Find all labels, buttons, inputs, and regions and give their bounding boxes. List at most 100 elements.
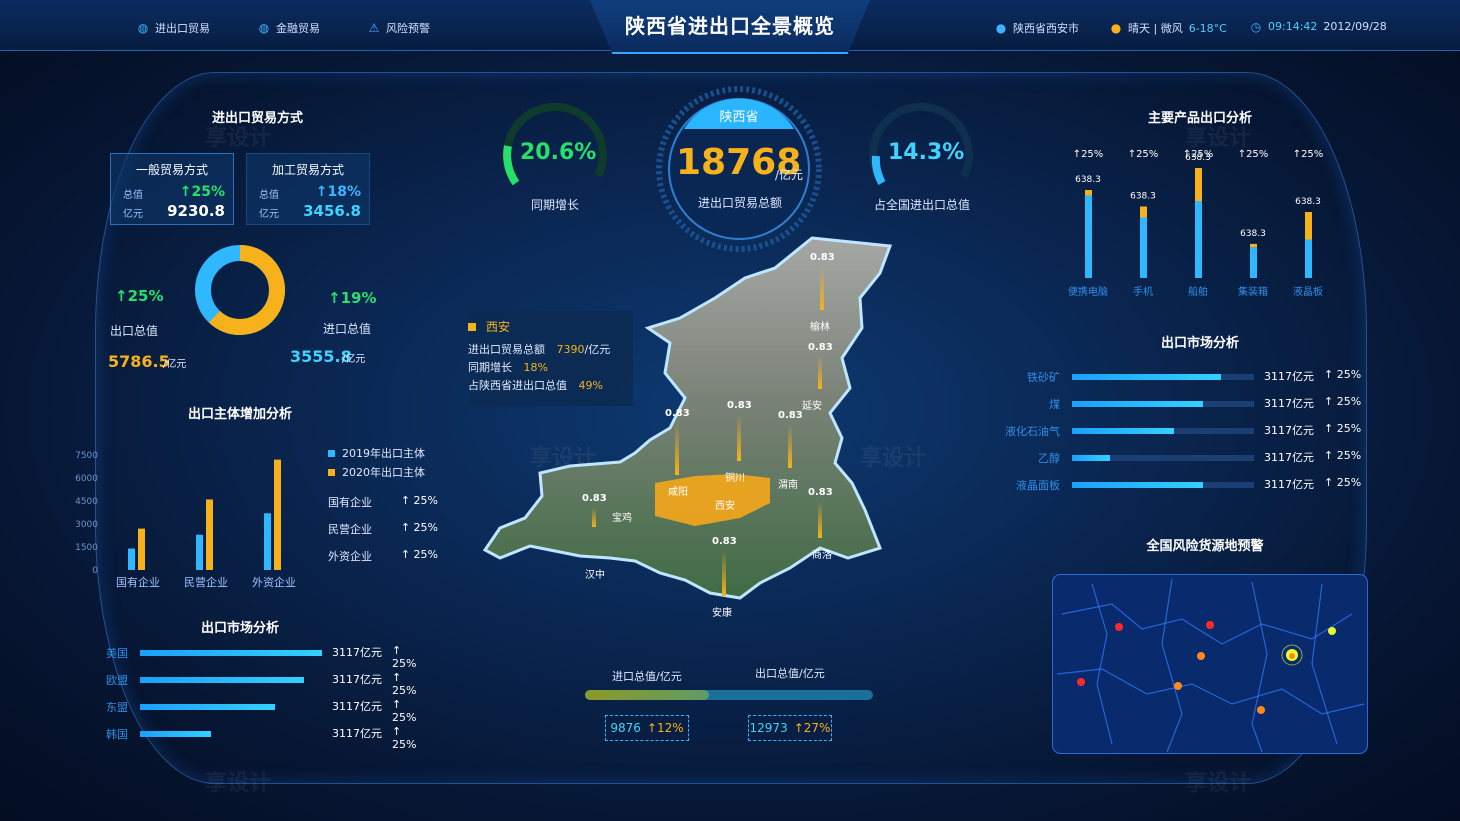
entity-bar — [138, 528, 145, 570]
market-label: 液晶面板 — [1016, 479, 1060, 492]
share-label: 占全国进出口总值 — [873, 198, 970, 212]
popup-key: 同期增长 — [468, 361, 512, 374]
market-bar-fill — [1072, 428, 1174, 434]
entity-stat-label: 外资企业 — [328, 550, 372, 563]
risk-marker[interactable] — [1077, 678, 1085, 686]
market-value: 3117亿元 — [332, 646, 382, 659]
city-label[interactable]: 延安 — [802, 397, 822, 412]
city-label[interactable]: 西安 — [715, 497, 735, 512]
time-status: ◷ 09:14:42 2012/09/28 — [1250, 20, 1387, 33]
page-title: 陕西省进出口全景概览 — [625, 14, 835, 38]
market-bar-fill — [1072, 482, 1204, 488]
product-bar-blue — [1250, 247, 1257, 278]
popup-unit: /亿元 — [584, 343, 611, 356]
globe-icon: ◍ — [258, 21, 270, 35]
risk-marker[interactable] — [1197, 652, 1205, 660]
split-bar-track — [585, 690, 873, 700]
market-pct: ↑ 25% — [392, 698, 417, 724]
import-total-pct: ↑12% — [646, 721, 684, 735]
location-text: 陕西省西安市 — [1013, 22, 1079, 35]
product-bar-orange — [1305, 212, 1312, 240]
left-market-title: 出口市场分析 — [200, 621, 279, 636]
popup-row: 占陕西省进出口总值 49% — [468, 377, 610, 395]
date-text: 2012/09/28 — [1323, 20, 1387, 33]
export-pct: ↑25% — [115, 287, 164, 305]
product-bar-blue — [1305, 239, 1312, 278]
watermark: 享设计 — [205, 771, 272, 796]
entity-stat-label: 民营企业 — [328, 523, 372, 536]
city-label[interactable]: 榆林 — [810, 318, 830, 333]
market-row: 韩国 3117亿元 ↑ 25% — [100, 725, 420, 756]
city-label[interactable]: 商洛 — [812, 546, 832, 561]
risk-marker[interactable] — [1328, 627, 1336, 635]
market-value: 3117亿元 — [1264, 397, 1314, 410]
city-label[interactable]: 渭南 — [778, 476, 798, 491]
risk-map[interactable] — [1052, 574, 1368, 754]
market-label: 欧盟 — [106, 674, 128, 687]
import-pct: ↑19% — [328, 289, 377, 307]
nav-item-trade[interactable]: ◍ 进出口贸易 — [137, 20, 210, 36]
card-title: 加工贸易方式 — [271, 163, 344, 177]
city-label[interactable]: 汉中 — [585, 566, 605, 581]
growth-value: 20.6% — [520, 140, 597, 165]
product-value: 638.3 — [1185, 153, 1211, 163]
nav-item-risk[interactable]: ⚠ 风险预警 — [368, 20, 430, 36]
product-value: 638.3 — [1295, 197, 1321, 207]
product-bar-chart: ↑25% 638.3 便携电脑 ↑25% 638.3 手机 ↑25% 638.3 船舶 ↑25% 6… — [1068, 149, 1323, 298]
city-value: 0.83 — [727, 400, 752, 411]
trade-donut-chart — [195, 245, 285, 335]
export-total-pct: ↑27% — [793, 721, 831, 735]
market-bar-track — [1072, 374, 1254, 380]
product-label: 手机 — [1133, 285, 1153, 298]
popup-value: 18% — [523, 361, 548, 374]
market-value: 3117亿元 — [332, 673, 382, 686]
y-tick-label: 6000 — [75, 474, 98, 484]
popup-key: 进出口贸易总额 — [468, 343, 545, 356]
split-bar-import — [585, 690, 709, 700]
city-label[interactable]: 安康 — [712, 604, 732, 619]
product-value: 638.3 — [1240, 229, 1266, 239]
market-label: 煤 — [1049, 398, 1060, 411]
city-pin-icon — [592, 507, 596, 527]
risk-marker[interactable] — [1289, 653, 1295, 659]
risk-marker[interactable] — [1115, 623, 1123, 631]
market-bar-track — [1072, 482, 1254, 488]
import-total-value: 9876 — [610, 721, 641, 735]
city-label[interactable]: 宝鸡 — [612, 509, 632, 524]
gauge-fill — [871, 155, 886, 185]
market-value: 3117亿元 — [332, 727, 382, 740]
city-label[interactable]: 咸阳 — [668, 483, 688, 498]
city-pin-icon — [737, 414, 741, 461]
product-value: 638.3 — [1075, 175, 1101, 185]
legend-swatch — [328, 469, 335, 476]
risk-marker[interactable] — [1257, 706, 1265, 714]
export-total-value: 12973 — [749, 721, 788, 735]
nav-item-finance[interactable]: ◍ 金融贸易 — [258, 20, 320, 36]
watermark: 享设计 — [1185, 771, 1252, 796]
risk-marker[interactable] — [1174, 682, 1182, 690]
location-pin-icon: ● — [995, 21, 1007, 35]
city-marker-icon — [468, 323, 476, 331]
globe-icon: ◍ — [137, 21, 149, 35]
popup-value: 7390 — [556, 343, 585, 356]
entity-bar — [128, 548, 135, 570]
market-label: 美国 — [106, 647, 128, 660]
trade-title: 进出口贸易方式 — [211, 111, 303, 126]
left-market-list: 美国 3117亿元 ↑ 25% 欧盟 3117亿元 ↑ 25% 东盟 3117亿元 ↑ 25% 韩… — [100, 644, 420, 756]
legend-label: 2019年出口主体 — [342, 447, 425, 460]
popup-row: 同期增长 18% — [468, 359, 610, 377]
city-value: 0.83 — [712, 536, 737, 547]
market-label: 铁砂矿 — [1027, 371, 1060, 384]
shaanxi-map[interactable] — [470, 228, 900, 618]
product-bar-orange — [1085, 190, 1092, 196]
y-tick-label: 1500 — [75, 543, 98, 553]
popup-rows: 进出口贸易总额 7390/亿元 同期增长 18% 占陕西省进出口总值 49% — [468, 341, 610, 395]
risk-marker[interactable] — [1206, 621, 1214, 629]
y-tick-label: 0 — [92, 566, 98, 576]
share-value: 14.3% — [888, 140, 965, 165]
entity-stat-pct: ↑ 25% — [400, 548, 438, 561]
city-label[interactable]: 铜川 — [725, 469, 745, 484]
card-key2: 亿元 — [259, 209, 279, 220]
market-pct: ↑ 25% — [392, 644, 417, 670]
market-bar-fill — [1072, 401, 1204, 407]
